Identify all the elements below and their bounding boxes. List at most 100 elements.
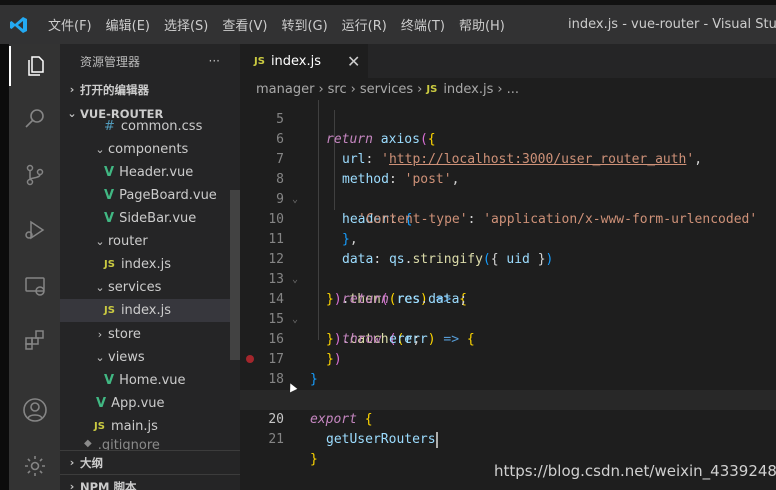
chevron-right-icon: › <box>69 456 75 469</box>
breadcrumb: manager › src › services › JS index.js ›… <box>240 78 776 100</box>
chevron-right-icon: › <box>97 328 103 341</box>
menu-help[interactable]: 帮助(H) <box>459 15 505 34</box>
code-line: 11 data: qs.stringify({ uid }) <box>240 210 776 267</box>
tree-folder-components[interactable]: ⌄ components <box>60 138 240 161</box>
chevron-right-icon: › <box>417 81 423 97</box>
watermark: https://blog.csdn.net/weixin_43392489 <box>494 462 776 480</box>
tree-item-gitignore[interactable]: ◆ .gitignore <box>60 438 240 450</box>
tree-item-pageboard-vue[interactable]: V PageBoard.vue <box>60 184 240 207</box>
breadcrumb-item[interactable]: ... <box>507 82 519 97</box>
explorer-header: 资源管理器 ··· <box>60 44 240 78</box>
tree-item-header-vue[interactable]: V Header.vue <box>60 161 240 184</box>
breadcrumb-item[interactable]: src <box>328 82 347 97</box>
tab-label: index.js <box>270 53 322 69</box>
code-line-current: 20 getUserRouters <box>240 390 776 448</box>
explorer-icon[interactable] <box>9 46 60 86</box>
tree-item-label: App.vue <box>111 396 165 411</box>
title-bar: 文件(F) 编辑(E) 选择(S) 查看(V) 转到(G) 运行(R) 终端(T… <box>0 0 776 44</box>
menu-bar: 文件(F) 编辑(E) 选择(S) 查看(V) 转到(G) 运行(R) 终端(T… <box>38 5 519 44</box>
tree-item-services-index-js[interactable]: JS index.js <box>60 299 240 322</box>
chevron-right-icon: › <box>69 83 75 96</box>
chevron-right-icon: › <box>318 81 324 97</box>
more-actions-button[interactable]: ··· <box>209 54 220 68</box>
line-number: 21 <box>268 432 284 447</box>
chevron-down-icon: ⌄ <box>95 351 105 364</box>
tab-index-js[interactable]: JS index.js ✕ <box>240 44 368 78</box>
vue-file-icon: V <box>96 396 107 411</box>
menu-view[interactable]: 查看(V) <box>222 15 267 34</box>
code-line: 16 }) <box>240 310 776 367</box>
open-editors-label: 打开的编辑器 <box>80 82 149 97</box>
chevron-right-icon: › <box>350 81 356 97</box>
menu-run[interactable]: 运行(R) <box>342 15 387 34</box>
css-file-icon: # <box>104 119 115 134</box>
tree-item-home-vue[interactable]: V Home.vue <box>60 369 240 392</box>
npm-scripts-label: NPM 脚本 <box>80 479 137 490</box>
code-text: getUserRouters <box>326 431 438 448</box>
tree-item-label: index.js <box>120 303 172 318</box>
chevron-down-icon: ⌄ <box>95 281 105 294</box>
tree-folder-store[interactable]: › store <box>60 323 240 346</box>
run-debug-icon[interactable] <box>9 210 60 250</box>
code-line: 18 <box>240 350 776 387</box>
tree-item-label: main.js <box>110 419 158 434</box>
code-line: 21 } <box>240 410 776 467</box>
menu-selection[interactable]: 选择(S) <box>164 15 208 34</box>
tree-item-label: index.js <box>120 257 172 272</box>
tree-item-label: common.css <box>120 119 203 134</box>
code-editor[interactable]: 5 return axios({ 6 url: 'http://localhos… <box>240 100 776 490</box>
tree-folder-services[interactable]: ⌄ services <box>60 276 240 299</box>
vscode-window: 文件(F) 编辑(E) 选择(S) 查看(V) 转到(G) 运行(R) 终端(T… <box>0 0 776 490</box>
tree-item-label: .gitignore <box>97 438 160 450</box>
tree-item-label: services <box>108 280 162 295</box>
tree-item-label: store <box>108 327 141 342</box>
menu-edit[interactable]: 编辑(E) <box>106 15 150 34</box>
breadcrumb-item[interactable]: index.js <box>443 82 493 97</box>
chevron-right-icon: › <box>69 480 75 490</box>
menu-file[interactable]: 文件(F) <box>48 15 92 34</box>
js-file-icon: JS <box>426 83 438 95</box>
tree-item-app-vue[interactable]: V App.vue <box>60 392 240 415</box>
code-line: 9 'Content-type': 'application/x-www-for… <box>240 170 776 227</box>
remote-explorer-icon[interactable] <box>9 266 60 306</box>
sidebar-scrollbar[interactable] <box>230 190 240 360</box>
tree-folder-views[interactable]: ⌄ views <box>60 346 240 369</box>
outline-label: 大纲 <box>80 455 103 470</box>
text-cursor <box>435 431 438 448</box>
window-title: index.js - vue-router - Visual Studio C <box>568 17 776 32</box>
menu-go[interactable]: 转到(G) <box>281 15 327 34</box>
code-line: 5 return axios({ <box>240 100 776 147</box>
settings-gear-icon[interactable] <box>9 446 60 486</box>
account-icon[interactable] <box>9 390 60 430</box>
vue-file-icon: V <box>104 188 115 203</box>
tree-item-main-js[interactable]: JS main.js <box>60 415 240 438</box>
editor-tab-bar: JS index.js ✕ <box>240 44 776 78</box>
code-line: 15 throw err; <box>240 290 776 347</box>
tree-item-common-css[interactable]: # common.css <box>60 115 240 138</box>
tree-item-label: Home.vue <box>119 373 186 388</box>
extensions-icon[interactable] <box>9 320 60 360</box>
chevron-down-icon: ⌄ <box>95 235 105 248</box>
vue-file-icon: V <box>104 373 115 388</box>
code-line: 10 }, <box>240 190 776 247</box>
chevron-right-icon: › <box>497 81 503 97</box>
explorer-title: 资源管理器 <box>80 54 141 69</box>
tree-item-label: components <box>108 142 189 157</box>
tree-item-router-index-js[interactable]: JS index.js <box>60 253 240 276</box>
code-line: 12 ⌄ }).then((res) => { <box>240 230 776 307</box>
npm-scripts-section[interactable]: › NPM 脚本 <box>60 475 240 490</box>
close-icon[interactable]: ✕ <box>347 52 360 71</box>
code-line: 6 url: 'http://localhost:3000/user_route… <box>240 110 776 167</box>
menu-terminal[interactable]: 终端(T) <box>401 15 445 34</box>
code-text: } <box>310 452 318 467</box>
source-control-icon[interactable] <box>9 155 60 195</box>
breadcrumb-item[interactable]: manager <box>256 82 314 97</box>
js-file-icon: JS <box>254 55 265 67</box>
breadcrumb-item[interactable]: services <box>360 82 413 97</box>
tree-folder-router[interactable]: ⌄ router <box>60 230 240 253</box>
explorer-sidebar: 资源管理器 ··· › 打开的编辑器 ⌄ VUE-ROUTER # common… <box>60 44 240 490</box>
search-icon[interactable] <box>9 99 60 139</box>
outline-section[interactable]: › 大纲 <box>60 451 240 474</box>
tree-item-sidebar-vue[interactable]: V SideBar.vue <box>60 207 240 230</box>
open-editors-section[interactable]: › 打开的编辑器 <box>60 78 240 101</box>
